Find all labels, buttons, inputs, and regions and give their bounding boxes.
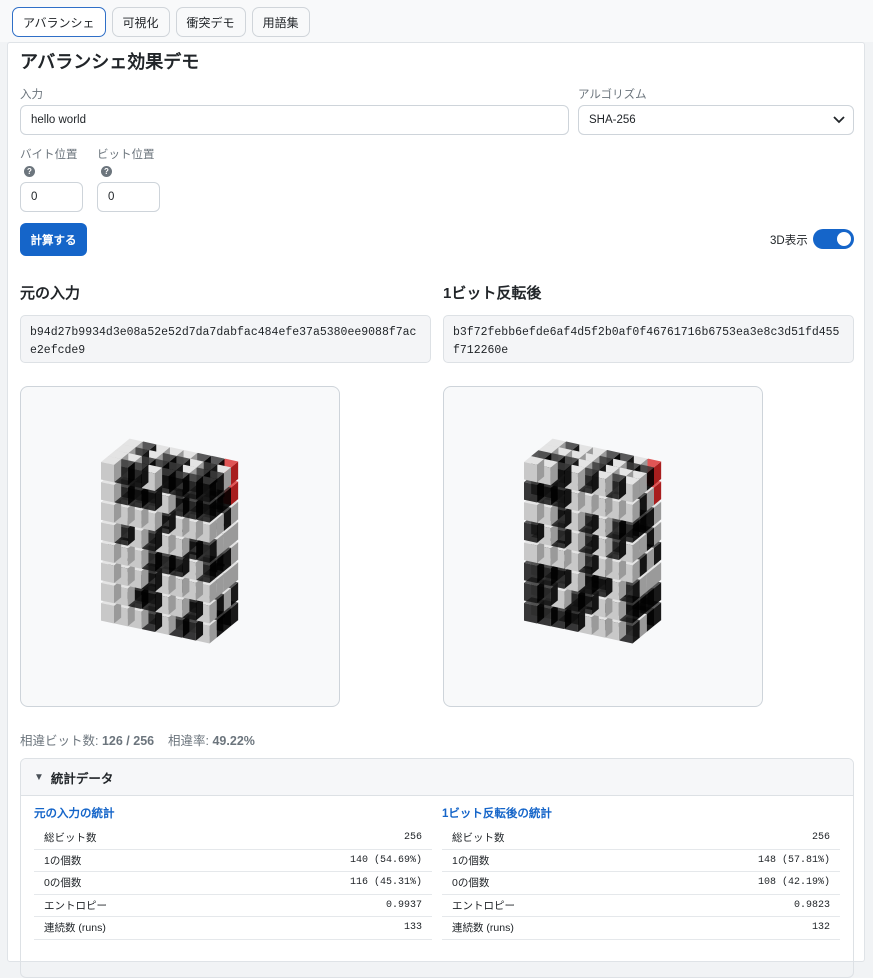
algorithm-label: アルゴリズム (578, 89, 647, 101)
disclosure-triangle-icon: ▼ (34, 771, 44, 783)
stat-label: エントロピー (452, 899, 515, 912)
algorithm-select[interactable]: SHA-256 (578, 105, 854, 135)
byte-position-label: バイト位置 (20, 149, 78, 161)
bit-cube (101, 456, 122, 483)
stats-section: ▼ 統計データ 元の入力の統計 総ビット数 256 1の個数 140 (54.69%)… (20, 758, 854, 978)
diff-bits-value: 126 / 256 (101, 734, 155, 748)
diff-rate-label: 相違率: (168, 734, 209, 748)
bit-cube (524, 456, 545, 483)
byte-help-icon[interactable]: ? (24, 166, 35, 177)
stat-label: 連続数 (runs) (452, 922, 514, 935)
tab-avalanche[interactable]: アバランシェ (12, 7, 106, 37)
stats-toggle[interactable]: ▼ 統計データ (21, 759, 853, 796)
tab-glossary[interactable]: 用語集 (251, 7, 310, 37)
stat-value: 0.9823 (793, 899, 830, 911)
stat-label: 総ビット数 (452, 832, 505, 845)
original-stat-row: 総ビット数 256 (34, 827, 432, 850)
original-stat-row: 0の個数 116 (45.31%) (34, 872, 432, 895)
stat-value: 256 (811, 832, 830, 844)
flipped-stat-row: 連続数 (runs) 132 (442, 917, 840, 940)
input-label: 入力 (20, 89, 43, 101)
stat-label: 連続数 (runs) (44, 922, 106, 935)
flipped-stats-title: 1ビット反転後の統計 (442, 808, 552, 820)
flipped-stats: 1ビット反転後の統計 総ビット数 256 1の個数 148 (57.81%) 0の個数 1… (442, 805, 840, 940)
original-hash: b94d27b9934d3e08a52e52d7da7dabfac484efe3… (20, 315, 431, 363)
main-panel: アバランシェ効果デモ 入力 hello world アルゴリズム SHA-256… (7, 42, 865, 978)
message-input[interactable]: hello world (20, 105, 569, 135)
compute-button[interactable]: 計算する (20, 223, 87, 256)
flipped-stat-row: 0の個数 108 (42.19%) (442, 872, 840, 895)
algorithm-value: SHA-256 (589, 114, 636, 126)
stat-label: 0の個数 (44, 877, 82, 890)
diff-bits-label: 相違ビット数: (20, 734, 99, 748)
tab-visualize[interactable]: 可視化 (111, 7, 170, 37)
chevron-down-icon (833, 116, 845, 124)
flipped-bit-cube (524, 438, 662, 644)
diff-rate-value: 49.22% (212, 734, 255, 748)
3d-toggle-label: 3D表示 (770, 235, 808, 247)
tab-collision[interactable]: 衝突デモ (175, 7, 246, 37)
flipped-stat-row: 1の個数 148 (57.81%) (442, 850, 840, 872)
stat-value: 132 (811, 922, 830, 934)
3d-toggle[interactable] (813, 229, 854, 249)
original-stats-title: 元の入力の統計 (34, 808, 115, 820)
original-bit-cube (101, 438, 239, 644)
stat-label: エントロピー (44, 899, 107, 912)
flipped-cube-view[interactable] (443, 386, 763, 707)
stats-header: 統計データ (50, 771, 114, 786)
stat-value: 133 (403, 922, 422, 934)
byte-position-input[interactable]: 0 (20, 182, 83, 212)
stat-label: 0の個数 (452, 877, 490, 890)
page-title: アバランシェ効果デモ (20, 52, 200, 72)
stat-value: 256 (403, 832, 422, 844)
original-stat-row: 1の個数 140 (54.69%) (34, 850, 432, 872)
stat-label: 1の個数 (44, 854, 82, 867)
stat-value: 116 (45.31%) (349, 877, 422, 889)
original-cube-view[interactable] (20, 386, 340, 707)
original-stats: 元の入力の統計 総ビット数 256 1の個数 140 (54.69%) 0の個数 116 … (34, 805, 432, 940)
flipped-heading: 1ビット反転後 (443, 285, 542, 302)
difference-summary: 相違ビット数: 126 / 256 相違率: 49.22% (20, 730, 255, 749)
stat-label: 1の個数 (452, 854, 490, 867)
bit-position-label: ビット位置 (97, 149, 155, 161)
stat-label: 総ビット数 (44, 832, 97, 845)
flipped-stat-row: エントロピー 0.9823 (442, 895, 840, 917)
original-stat-row: 連続数 (runs) 133 (34, 917, 432, 940)
stat-value: 108 (42.19%) (757, 877, 830, 889)
original-stat-row: エントロピー 0.9937 (34, 895, 432, 917)
bit-help-icon[interactable]: ? (101, 166, 112, 177)
toggle-knob (837, 232, 851, 246)
stat-value: 0.9937 (385, 899, 422, 911)
original-heading: 元の入力 (20, 285, 81, 302)
flipped-hash: b3f72febb6efde6af4d5f2b0af0f46761716b675… (443, 315, 854, 363)
flipped-stat-row: 総ビット数 256 (442, 827, 840, 850)
bit-position-input[interactable]: 0 (97, 182, 160, 212)
tab-bar: アバランシェ 可視化 衝突デモ 用語集 (0, 0, 873, 42)
stat-value: 140 (54.69%) (349, 854, 422, 866)
stat-value: 148 (57.81%) (757, 854, 830, 866)
